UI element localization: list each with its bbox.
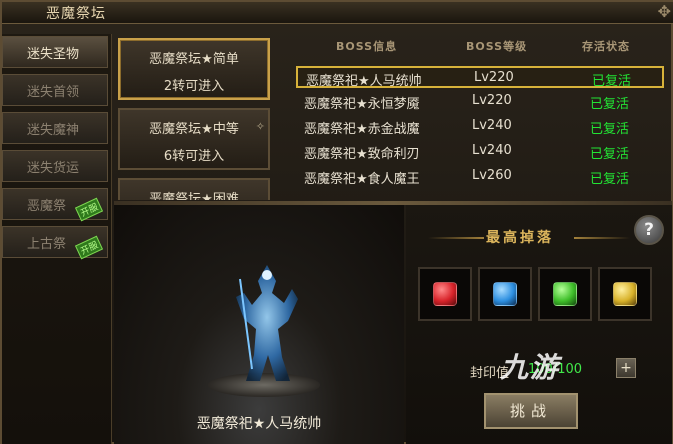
game-window: 恶魔祭坛 ✥ 迷失圣物 迷失首领 迷失魔神 迷失货运 恶魔祭 开服 上古祭 开服… <box>0 0 673 444</box>
swirl-icon: ✧ <box>255 120 265 133</box>
boss-name: 恶魔祭祀★致命利刃 <box>304 147 420 162</box>
table-row[interactable]: 恶魔祭祀★永恒梦魇 Lv220 已复活 <box>296 91 664 113</box>
boss-model-stage: 恶魔祭祀★人马统帅 <box>114 205 404 444</box>
difficulty-list: 恶魔祭坛★简单 2转可进入 恶魔祭坛★中等 ✧ 6转可进入 恶魔祭坛★困难 <box>114 34 277 200</box>
difficulty-card-medium[interactable]: 恶魔祭坛★中等 ✧ 6转可进入 <box>118 108 270 170</box>
yellow-gem-icon <box>613 282 637 306</box>
boss-model-image <box>236 265 298 381</box>
column-header-boss-level: BOSS等级 <box>466 40 528 53</box>
table-row[interactable]: 恶魔祭祀★食人魔王 Lv260 已复活 <box>296 166 664 188</box>
side-tab-ancient-altar[interactable]: 上古祭 开服 <box>2 226 108 260</box>
side-tab-label: 上古祭 <box>27 237 67 252</box>
hot-badge: 开服 <box>74 197 104 222</box>
boss-level: Lv240 <box>472 118 512 133</box>
difficulty-card-hard[interactable]: 恶魔祭坛★困难 <box>118 178 270 200</box>
side-tab-label: 恶魔祭 <box>27 199 67 214</box>
boss-status: 已复活 <box>590 172 630 187</box>
blue-gem-icon <box>493 282 517 306</box>
column-header-status: 存活状态 <box>582 40 630 53</box>
title-ornament-right <box>574 237 630 239</box>
difficulty-name: 恶魔祭坛★简单 <box>149 52 239 67</box>
red-gem-icon <box>433 282 457 306</box>
difficulty-requirement: 2转可进入 <box>163 79 225 94</box>
corner-ornament-icon: ✥ <box>657 2 671 21</box>
drop-slot[interactable] <box>478 267 532 321</box>
side-tab-label: 迷失圣物 <box>27 47 80 62</box>
boss-name: 恶魔祭祀★赤金战魔 <box>304 122 420 137</box>
drops-panel: 最高掉落 ? 封印值 100/100 + 挑战 <box>406 205 672 444</box>
boss-status: 已复活 <box>590 122 630 137</box>
side-tab-label: 迷失魔神 <box>27 123 80 138</box>
side-tab-lost-relic[interactable]: 迷失圣物 <box>2 36 108 68</box>
table-row[interactable]: 恶魔祭祀★赤金战魔 Lv240 已复活 <box>296 116 664 138</box>
help-button[interactable]: ? <box>634 215 664 245</box>
difficulty-name: 恶魔祭坛★困难 <box>149 192 239 200</box>
drop-slot[interactable] <box>418 267 472 321</box>
boss-status: 已复活 <box>590 147 630 162</box>
side-tab-demon-altar[interactable]: 恶魔祭 开服 <box>2 188 108 222</box>
drops-title: 最高掉落 <box>486 230 554 246</box>
window-title: 恶魔祭坛 <box>46 6 106 22</box>
boss-name: 恶魔祭祀★食人魔王 <box>304 172 420 187</box>
title-ornament-left <box>428 237 484 239</box>
table-row[interactable]: 恶魔祭祀★人马统帅 Lv220 已复活 <box>296 66 664 89</box>
drop-slot[interactable] <box>538 267 592 321</box>
side-tab-label: 迷失货运 <box>27 161 80 176</box>
boss-level: Lv260 <box>472 168 512 183</box>
green-gem-icon <box>553 282 577 306</box>
boss-level: Lv220 <box>474 70 514 85</box>
side-tab-lost-cargo[interactable]: 迷失货运 <box>2 150 108 182</box>
drop-slot[interactable] <box>598 267 652 321</box>
difficulty-card-easy[interactable]: 恶魔祭坛★简单 2转可进入 <box>118 38 270 100</box>
boss-status: 已复活 <box>592 74 632 89</box>
table-row[interactable]: 恶魔祭祀★致命利刃 Lv240 已复活 <box>296 141 664 163</box>
boss-status: 已复活 <box>590 97 630 112</box>
side-tab-list: 迷失圣物 迷失首领 迷失魔神 迷失货运 恶魔祭 开服 上古祭 开服 <box>2 34 112 444</box>
hot-badge: 开服 <box>74 235 104 260</box>
boss-table: BOSS信息 BOSS等级 存活状态 恶魔祭祀★人马统帅 Lv220 已复活 恶… <box>292 38 672 198</box>
title-bar: 恶魔祭坛 ✥ <box>2 2 673 24</box>
watermark-logo: 九游 <box>500 351 561 384</box>
side-tab-label: 迷失首领 <box>27 85 80 100</box>
stage-boss-name: 恶魔祭祀★人马统帅 <box>196 416 322 432</box>
side-tab-lost-leader[interactable]: 迷失首领 <box>2 74 108 106</box>
column-header-boss-info: BOSS信息 <box>336 40 398 53</box>
boss-level: Lv220 <box>472 93 512 108</box>
boss-name: 恶魔祭祀★永恒梦魇 <box>304 97 420 112</box>
challenge-button[interactable]: 挑战 <box>484 393 578 429</box>
add-seal-button[interactable]: + <box>616 358 636 378</box>
difficulty-requirement: 6转可进入 <box>163 149 225 164</box>
boss-level: Lv240 <box>472 143 512 158</box>
side-tab-lost-demon-god[interactable]: 迷失魔神 <box>2 112 108 144</box>
boss-name: 恶魔祭祀★人马统帅 <box>306 74 422 89</box>
difficulty-name: 恶魔祭坛★中等 <box>149 122 239 137</box>
